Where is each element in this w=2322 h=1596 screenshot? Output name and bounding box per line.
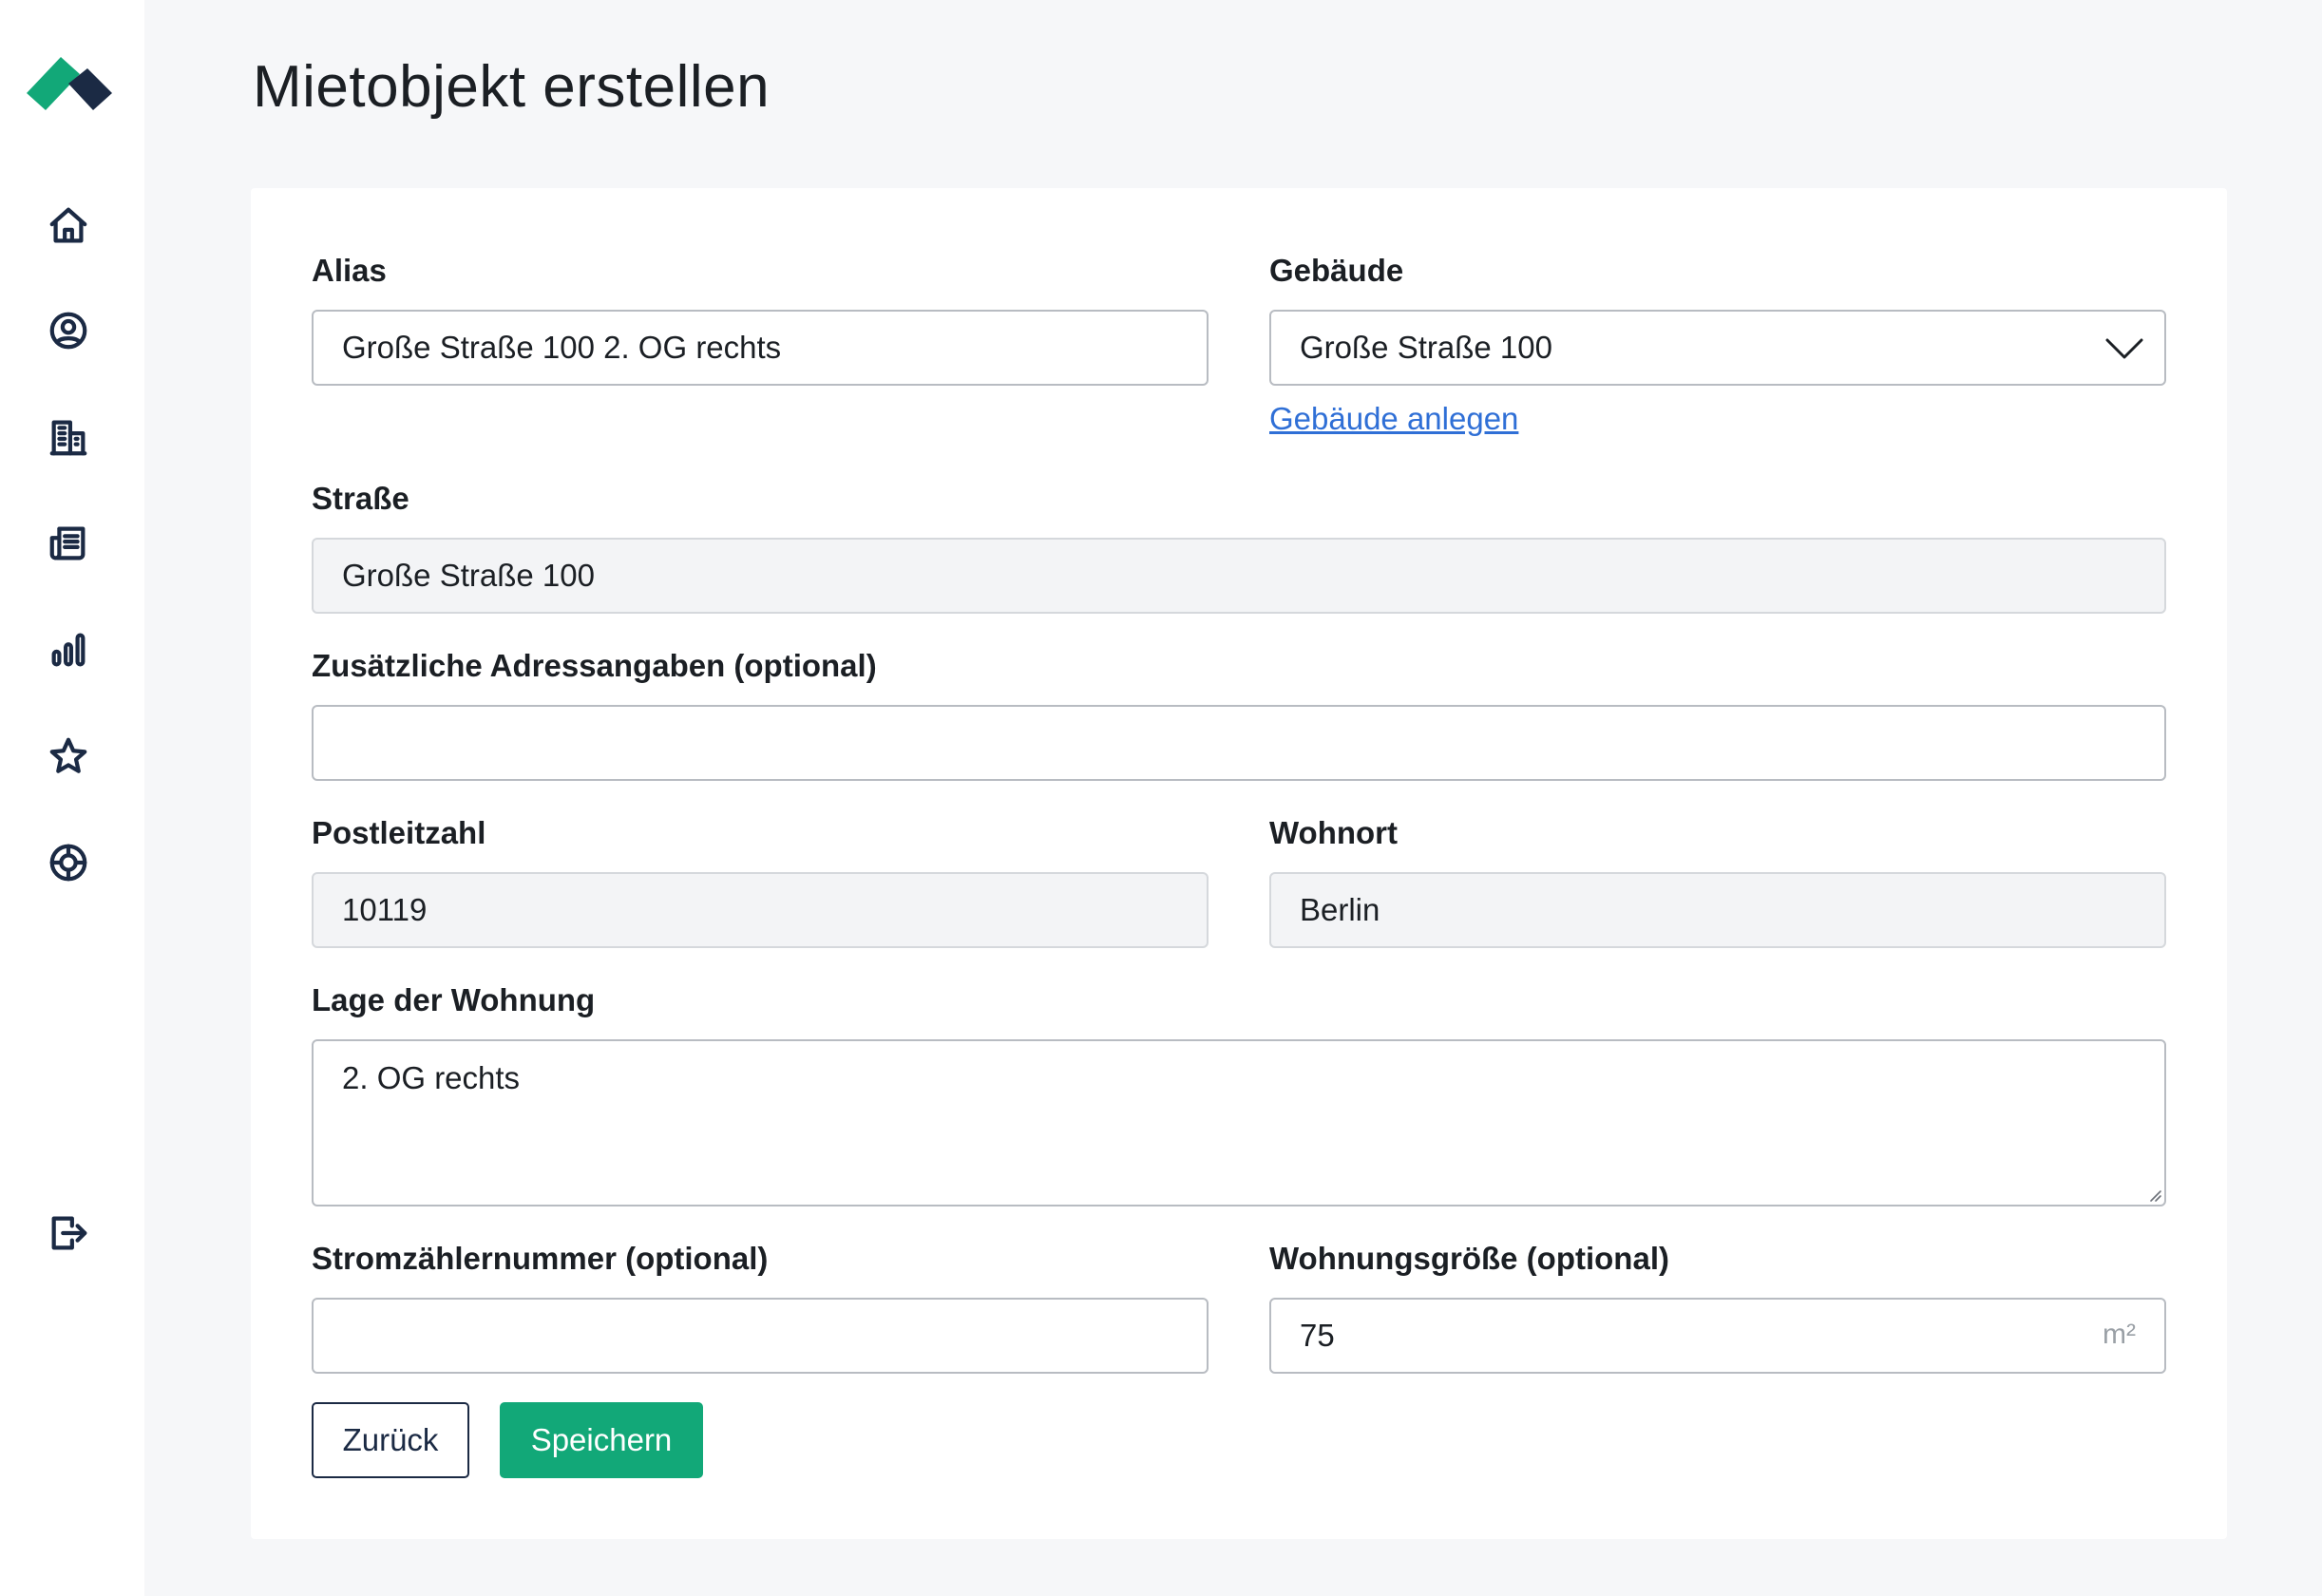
nav-logout[interactable] [44,1208,93,1258]
building-value: Große Straße 100 [1300,330,1552,365]
street-label: Straße [312,481,409,516]
alias-input[interactable]: Große Straße 100 2. OG rechts [312,310,1209,386]
save-button[interactable]: Speichern [500,1402,703,1478]
alias-value: Große Straße 100 2. OG rechts [342,330,782,365]
lifebuoy-icon [49,844,87,882]
location-label: Lage der Wohnung [312,982,596,1017]
apartment-size-value: 75 [1300,1318,1335,1353]
address-extra-label: Zusätzliche Adressangaben (optional) [312,648,877,683]
sidebar [0,0,144,1596]
city-label: Wohnort [1269,815,1399,850]
user-circle-icon [49,312,87,350]
building-icon [49,420,87,456]
logo-icon [27,57,112,110]
location-textarea[interactable]: 2. OG rechts [312,1039,2166,1206]
city-value: Berlin [1300,892,1380,927]
newspaper-icon [49,526,86,560]
meter-number-label: Stromzählernummer (optional) [312,1241,769,1276]
apartment-size-label: Wohnungsgröße (optional) [1269,1241,1669,1276]
postal-code-label: Postleitzahl [312,815,486,850]
nav-home[interactable] [44,201,93,251]
meter-number-input[interactable] [312,1298,1209,1374]
postal-code-value: 10119 [342,892,428,927]
postal-code-input[interactable]: 10119 [312,872,1209,948]
nav-profile[interactable] [44,306,93,355]
apartment-size-input[interactable]: 75 m² [1269,1298,2166,1374]
city-input[interactable]: Berlin [1269,872,2166,948]
create-building-link[interactable]: Gebäude anlegen [1269,401,1518,437]
street-value: Große Straße 100 [342,558,595,593]
address-extra-input[interactable] [312,705,2166,781]
nav-buildings[interactable] [44,412,93,462]
logout-icon [51,1216,87,1250]
back-button[interactable]: Zurück [312,1402,469,1478]
app-logo[interactable] [25,51,112,114]
nav-support[interactable] [44,838,93,887]
location-value: 2. OG rechts [342,1060,521,1095]
nav-statistics[interactable] [44,625,93,674]
nav-favorites[interactable] [44,732,93,781]
building-select[interactable]: Große Straße 100 [1269,310,2166,386]
nav-documents[interactable] [44,519,93,568]
home-icon [49,207,87,243]
resize-handle-icon[interactable] [2147,1188,2162,1203]
chevron-down-icon [2105,338,2143,359]
building-label: Gebäude [1269,253,1404,288]
bar-chart-icon [51,633,86,667]
page-title: Mietobjekt erstellen [253,54,771,120]
star-icon [49,737,87,773]
apartment-size-unit: m² [2103,1319,2136,1350]
alias-label: Alias [312,253,387,288]
street-input[interactable]: Große Straße 100 [312,538,2166,614]
